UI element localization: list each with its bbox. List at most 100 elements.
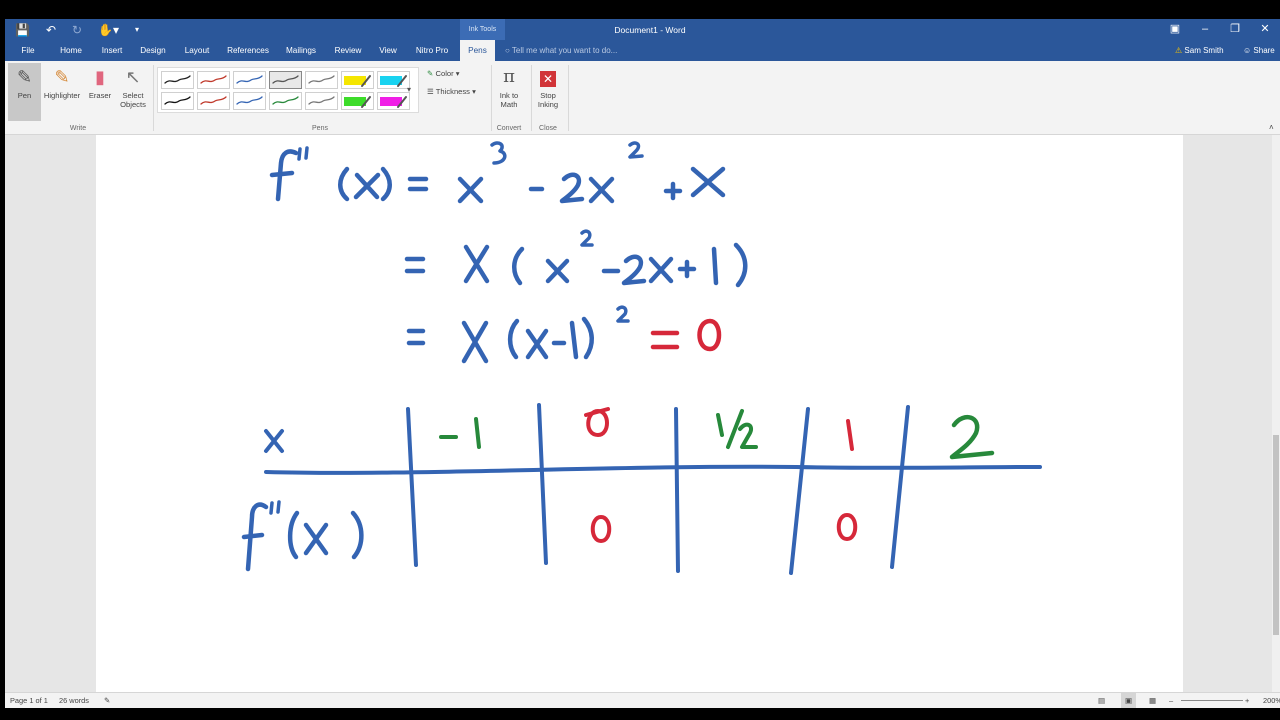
customize-icon[interactable]: ▾ [135, 25, 139, 34]
warning-icon: ⚠ [1175, 46, 1183, 55]
document-page[interactable] [96, 135, 1183, 692]
user-name: Sam Smith [1184, 46, 1224, 55]
stop-inking-icon: ✕ [533, 63, 563, 91]
web-layout-icon[interactable]: ▦ [1149, 693, 1156, 709]
write-group-label: Write [69, 125, 87, 132]
lightbulb-icon: ○ [505, 46, 510, 55]
undo-icon[interactable]: ↶ [46, 23, 56, 37]
pen-label: Pen [17, 91, 32, 100]
pen-swatch-2[interactable] [197, 71, 230, 89]
zoom-in-icon[interactable]: + [1245, 693, 1249, 709]
highlighter-icon: ✎ [54, 67, 70, 87]
letterbox-top [0, 0, 1280, 19]
pen-swatch-14[interactable] [377, 92, 410, 110]
stop-inking-label-2: Inking [537, 100, 559, 109]
pen-swatch-3[interactable] [233, 71, 266, 89]
pen-swatch-1[interactable] [161, 71, 194, 89]
restore-icon[interactable]: ❐ [1220, 19, 1250, 40]
word-count[interactable]: 26 words [59, 693, 89, 709]
touch-mode-icon[interactable]: ✋▾ [98, 23, 119, 37]
color-label: Color [435, 69, 454, 78]
read-mode-icon[interactable]: ▤ [1098, 693, 1105, 709]
ribbon-display-icon[interactable]: ▣ [1160, 19, 1190, 40]
ink-equation-line-2 [404, 229, 748, 288]
tab-layout[interactable]: Layout [180, 40, 214, 61]
tab-mailings[interactable]: Mailings [282, 40, 320, 61]
pen-swatch-12[interactable] [305, 92, 338, 110]
ink-tools-context-label: Ink Tools [460, 19, 505, 40]
cursor-icon: ↖ [125, 67, 141, 87]
highlighter-label: Highlighter [43, 91, 81, 100]
window-title: Document1 - Word [614, 24, 686, 35]
pen-swatch-7[interactable] [377, 71, 410, 89]
user-account[interactable]: ⚠ Sam Smith [1175, 40, 1224, 61]
chevron-down-icon: ▾ [472, 87, 476, 96]
eraser-button[interactable]: ▮ Eraser [85, 63, 115, 121]
thickness-icon: ☰ [427, 87, 434, 96]
separator [531, 65, 532, 131]
zoom-slider[interactable] [1181, 693, 1243, 701]
tab-pens[interactable]: Pens [460, 40, 495, 61]
zoom-out-icon[interactable]: – [1169, 693, 1173, 709]
print-layout-icon[interactable]: ▣ [1121, 693, 1136, 709]
highlighter-button[interactable]: ✎ Highlighter [42, 63, 82, 121]
thickness-label: Thickness [435, 87, 470, 96]
select-objects-button[interactable]: ↖ Select Objects [117, 63, 149, 121]
collapse-ribbon-icon[interactable]: ˄ [1269, 123, 1274, 132]
ink-value-two [949, 414, 995, 460]
minimize-icon[interactable]: – [1190, 19, 1220, 40]
pen-gallery [157, 67, 419, 113]
eraser-label: Eraser [88, 91, 112, 100]
tab-view[interactable]: View [375, 40, 401, 61]
pen-icon: ✎ [16, 67, 33, 87]
tab-insert[interactable]: Insert [97, 40, 127, 61]
close-icon[interactable]: ✕ [1250, 19, 1280, 40]
scrollbar-thumb[interactable] [1273, 435, 1279, 635]
pen-swatch-10[interactable] [233, 92, 266, 110]
ink-to-math-label-1: Ink to [499, 91, 519, 100]
tab-nitro-pro[interactable]: Nitro Pro [411, 40, 453, 61]
color-button[interactable]: ✎ Color ▾ [427, 69, 460, 78]
tab-design[interactable]: Design [137, 40, 169, 61]
pen-swatch-13[interactable] [341, 92, 374, 110]
tab-references[interactable]: References [224, 40, 272, 61]
eraser-icon: ▮ [95, 67, 105, 87]
pen-swatch-8[interactable] [161, 92, 194, 110]
separator [153, 65, 154, 131]
ink-fpp-zero-at-0 [590, 515, 612, 543]
ink-to-math-label-2: Math [500, 100, 518, 109]
stop-inking-button[interactable]: ✕ Stop Inking [533, 63, 563, 121]
tab-review[interactable]: Review [330, 40, 366, 61]
page-count[interactable]: Page 1 of 1 [10, 693, 48, 709]
tab-home[interactable]: Home [55, 40, 87, 61]
pen-swatch-11[interactable] [269, 92, 302, 110]
thickness-button[interactable]: ☰ Thickness ▾ [427, 87, 476, 96]
ink-value-one [846, 419, 854, 451]
pen-color-icon: ✎ [427, 69, 434, 78]
pen-swatch-4[interactable] [269, 71, 302, 89]
tell-me-box[interactable]: ○ Tell me what you want to do... [505, 40, 617, 61]
save-icon[interactable]: 💾 [15, 23, 30, 37]
separator [568, 65, 569, 131]
vertical-scrollbar[interactable] [1272, 135, 1280, 692]
pen-button[interactable]: ✎ Pen [8, 63, 41, 121]
separator [491, 65, 492, 131]
tab-file[interactable]: File [13, 40, 43, 61]
pen-swatch-5[interactable] [305, 71, 338, 89]
convert-group-label: Convert [496, 125, 522, 132]
pen-swatch-6[interactable] [341, 71, 374, 89]
ink-value-minus-one [439, 417, 481, 449]
gallery-more-icon[interactable]: ▾ [407, 85, 411, 94]
ribbon: ✎ Pen ✎ Highlighter ▮ Eraser ↖ Select Ob… [5, 61, 1280, 135]
redo-icon[interactable]: ↻ [72, 23, 82, 37]
zoom-level[interactable]: 200% [1263, 693, 1280, 709]
ink-table-fpp-label [241, 500, 364, 572]
ribbon-tabs: File Home Insert Design Layout Reference… [5, 40, 1280, 61]
pi-icon: π [503, 66, 515, 87]
pen-swatch-9[interactable] [197, 92, 230, 110]
ink-to-math-button[interactable]: π Ink to Math [493, 63, 525, 121]
chevron-down-icon: ▾ [455, 69, 460, 78]
share-button[interactable]: ☺ Share [1243, 40, 1275, 61]
status-bar: Page 1 of 1 26 words ✎ ▤ ▣ ▦ – + 200% [5, 692, 1280, 709]
proofing-icon[interactable]: ✎ [104, 693, 110, 709]
